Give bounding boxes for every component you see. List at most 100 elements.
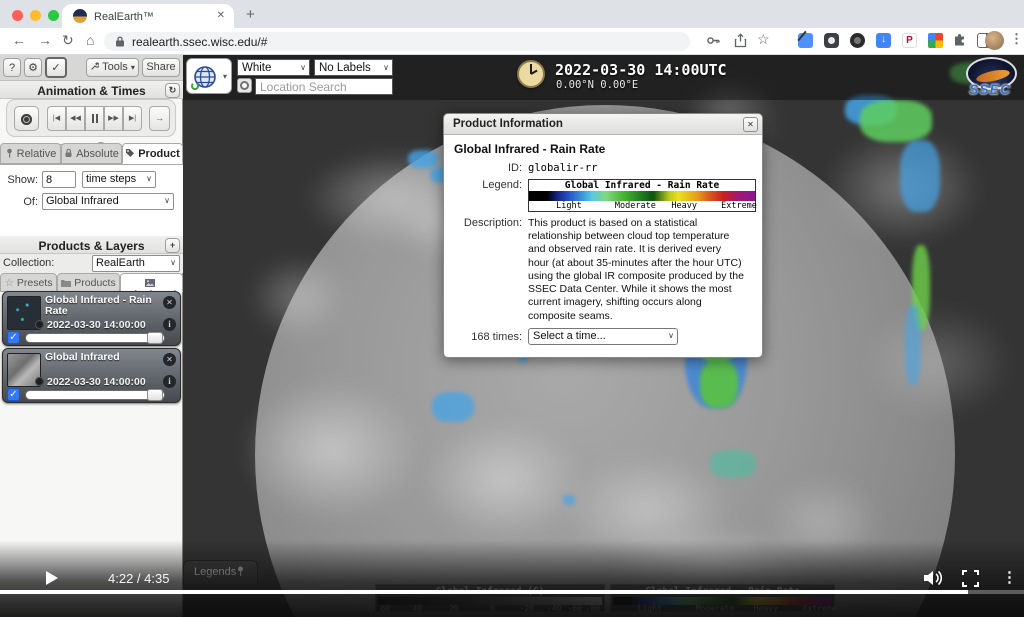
dialog-close-button[interactable]: ✕	[743, 117, 758, 132]
wrench-icon	[90, 62, 99, 71]
layer-close-icon[interactable]: ✕	[163, 353, 176, 366]
player-progress-bar[interactable]	[0, 590, 1024, 594]
tab-products[interactable]: Products	[57, 273, 120, 292]
legend-label: Legend:	[454, 179, 522, 212]
projection-globe-button[interactable]: ▾	[186, 58, 232, 94]
layer-info-button[interactable]: i	[163, 318, 176, 331]
layer-card-global-infrared[interactable]: Global Infrared ✕ 2022-03-30 14:00:00 i …	[2, 348, 181, 403]
fullscreen-icon[interactable]	[962, 570, 979, 587]
screen: RealEarth™ ✕ + ← → ↻ ⌂ realearth.ssec.wi…	[0, 0, 1024, 617]
go-first-button[interactable]: |◀	[47, 106, 66, 131]
legends-tab-label: Legends	[194, 566, 236, 578]
extension-cam-icon[interactable]	[850, 33, 865, 48]
labels-select[interactable]: No Labels∨	[314, 59, 393, 76]
add-product-button[interactable]: +	[165, 238, 180, 253]
clock-icon	[35, 320, 44, 329]
help-button[interactable]: ?	[3, 58, 21, 77]
player-play-button[interactable]	[46, 571, 58, 585]
rain-rate-legend: Global Infrared - Rain Rate Light Modera…	[610, 584, 835, 612]
browser-menu-icon[interactable]: ⋮	[1010, 31, 1023, 47]
layer-visibility-checkbox[interactable]: ✓	[7, 388, 20, 401]
collection-select[interactable]: RealEarth∨	[92, 255, 180, 272]
rr-legend-ticks: Light Moderate Heavy Extreme	[611, 605, 834, 613]
locate-button[interactable]	[237, 78, 252, 93]
share-icon[interactable]	[733, 33, 748, 48]
product-select[interactable]: Global Infrared∨	[42, 193, 174, 210]
show-count-input[interactable]	[42, 171, 76, 188]
layer-opacity-slider[interactable]	[25, 333, 165, 343]
ssec-logo-text: SSEC	[969, 81, 1011, 97]
go-last-button[interactable]: ▶|	[123, 106, 142, 131]
chevron-down-icon: ∨	[300, 63, 306, 72]
layer-info-button[interactable]: i	[163, 375, 176, 388]
advance-button[interactable]: →	[149, 106, 170, 131]
utc-clock-icon	[517, 60, 545, 88]
key-icon[interactable]	[706, 33, 721, 48]
bookmark-star-icon[interactable]: ☆	[757, 31, 770, 48]
share-button[interactable]: Share	[142, 58, 180, 77]
tab-product[interactable]: Product	[122, 143, 183, 164]
tab-presets[interactable]: ☆ Presets	[0, 273, 57, 292]
time-units-select[interactable]: time steps∨	[82, 171, 156, 188]
map-view[interactable]: ▾ White∨ No Labels∨ 2022-03-30 14:00UTC …	[183, 55, 1024, 617]
profile-avatar[interactable]	[985, 31, 1004, 50]
extension-p-icon[interactable]: P	[902, 33, 917, 48]
layer-opacity-slider[interactable]	[25, 390, 165, 400]
back-icon[interactable]: ←	[12, 32, 26, 48]
tab-displayed[interactable]: Displayed	[120, 273, 183, 292]
extensions-puzzle-icon[interactable]	[952, 33, 967, 48]
layer-visibility-checkbox[interactable]: ✓	[7, 331, 20, 344]
location-dot-icon	[242, 83, 247, 88]
id-label: ID:	[454, 162, 522, 174]
layer-card-rain-rate[interactable]: Global Infrared - Rain Rate ✕ 2022-03-30…	[2, 291, 181, 346]
select-mode-button[interactable]: ✓	[45, 57, 67, 78]
ir-legend: Global Infrared (C) 60 40 20 0 -20 -40 -…	[375, 584, 605, 612]
share-label: Share	[146, 61, 175, 73]
extension-download-icon[interactable]: ↓	[876, 33, 891, 48]
mac-close-button[interactable]	[12, 10, 23, 21]
extension-eyedropper-icon[interactable]	[798, 33, 813, 48]
chevron-down-icon: ∨	[668, 331, 674, 340]
extension-dark-icon[interactable]	[824, 33, 839, 48]
player-time: 4:22 / 4:35	[108, 571, 169, 586]
animation-times-header: Animation & Times ↻	[0, 81, 183, 99]
reload-icon[interactable]: ↻	[62, 32, 74, 49]
url-bar[interactable]: realearth.ssec.wisc.edu/#	[104, 32, 690, 51]
time-select[interactable]: Select a time...∨	[528, 328, 678, 345]
tab-absolute[interactable]: Absolute	[61, 143, 122, 164]
home-icon[interactable]: ⌂	[86, 32, 94, 48]
chevron-down-icon: ∨	[164, 196, 170, 205]
tools-button[interactable]: Tools ▾	[86, 58, 139, 77]
extension-grid-icon[interactable]	[928, 33, 943, 48]
animation-clock-button[interactable]	[14, 106, 39, 131]
step-forward-button[interactable]: ▶▶	[104, 106, 123, 131]
tab-relative[interactable]: Relative	[0, 143, 61, 164]
basemap-select[interactable]: White∨	[237, 59, 310, 76]
pause-button[interactable]	[85, 106, 104, 131]
player-menu-icon[interactable]: ⋮	[1002, 568, 1017, 586]
mac-zoom-button[interactable]	[48, 10, 59, 21]
settings-gear-button[interactable]: ⚙	[24, 58, 42, 77]
opacity-handle[interactable]	[147, 332, 163, 344]
forward-icon[interactable]: →	[38, 32, 52, 48]
ssec-logo: SSEC	[963, 57, 1020, 100]
animation-controls: |◀ ◀◀ ▶▶ ▶| →	[6, 99, 176, 137]
mac-minimize-button[interactable]	[30, 10, 41, 21]
step-back-button[interactable]: ◀◀	[66, 106, 85, 131]
browser-tab[interactable]: RealEarth™ ✕	[62, 4, 234, 28]
dialog-titlebar[interactable]: Product Information ✕	[444, 114, 762, 135]
caret-down-icon: ▾	[223, 72, 227, 81]
description-label: Description:	[454, 217, 522, 323]
layer-timestamp: 2022-03-30 14:00:00	[47, 319, 146, 331]
refresh-times-button[interactable]: ↻	[165, 83, 180, 98]
star-icon: ☆	[5, 277, 14, 289]
caret-down-icon: ▾	[131, 63, 135, 72]
opacity-handle[interactable]	[147, 389, 163, 401]
location-search-input[interactable]	[255, 78, 393, 95]
tab-strip: RealEarth™ ✕ +	[0, 0, 1024, 28]
new-tab-button[interactable]: +	[246, 6, 255, 23]
volume-icon[interactable]	[922, 569, 944, 587]
layer-close-icon[interactable]: ✕	[163, 296, 176, 309]
tab-close-icon[interactable]: ✕	[217, 10, 225, 21]
legends-tab[interactable]: Legends	[183, 560, 258, 584]
